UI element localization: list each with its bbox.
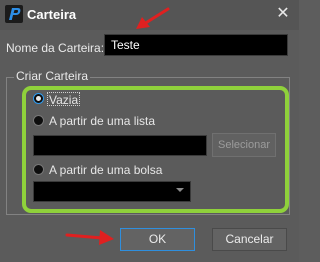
select-file-button[interactable]: Selecionar [212, 133, 276, 157]
wallet-name-label: Nome da Carteira: [6, 41, 105, 55]
create-wallet-group-title: Criar Carteira [14, 69, 91, 83]
list-path-input[interactable] [33, 135, 207, 156]
radio-from-exchange[interactable] [33, 164, 44, 175]
radio-empty-label[interactable]: Vazia [49, 93, 78, 107]
exchange-dropdown[interactable] [33, 181, 191, 202]
ok-button[interactable]: OK [120, 228, 195, 251]
radio-from-exchange-label[interactable]: A partir de uma bolsa [49, 163, 162, 177]
radio-from-list[interactable] [33, 115, 44, 126]
radio-empty[interactable] [33, 93, 44, 104]
cancel-button[interactable]: Cancelar [212, 228, 287, 251]
app-logo-icon [5, 5, 23, 23]
close-icon[interactable]: ✕ [273, 4, 293, 24]
radio-from-list-label[interactable]: A partir de uma lista [49, 114, 155, 128]
window-title: Carteira [27, 7, 77, 22]
wallet-name-input[interactable] [104, 34, 288, 56]
chevron-down-icon [176, 188, 184, 192]
red-arrow-icon [136, 7, 170, 29]
red-arrow-icon [65, 230, 114, 245]
